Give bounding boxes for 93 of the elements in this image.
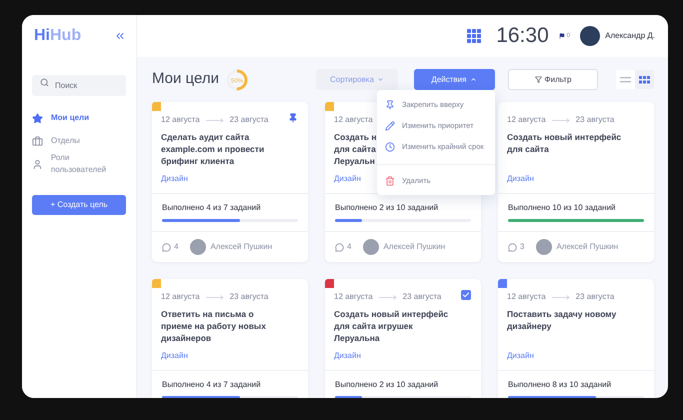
search-icon — [40, 78, 49, 87]
goal-title: для сайта игрушек — [334, 320, 413, 332]
start-date: 12 августа — [161, 114, 200, 126]
goal-title: Создать новый интерфейс — [507, 131, 622, 143]
filter-button[interactable]: Фильтр — [508, 69, 598, 90]
user-avatar[interactable] — [580, 26, 600, 46]
goal-title: дизайнеру — [507, 320, 552, 332]
goal-card[interactable]: 12 августа 23 августа Создать новый интерфейс для сайта игрушек Леруальна Дизайн Выполнено 2 из 10 заданий — [325, 279, 481, 398]
arrow-icon — [206, 118, 224, 122]
collapse-icon[interactable] — [114, 30, 126, 42]
page-title: Мои цели — [152, 69, 219, 90]
goal-title: дизайнеров — [161, 332, 212, 344]
pencil-icon — [384, 120, 395, 130]
end-date: 23 августа — [576, 114, 614, 126]
author-name: Алексей Пушкин — [556, 241, 618, 253]
create-goal-button[interactable]: + Создать цель — [32, 195, 126, 215]
list-icon — [620, 76, 631, 82]
end-date: 23 августа — [230, 291, 268, 303]
goal-title: Создать новый интерфейс — [334, 308, 448, 320]
start-date: 12 августа — [334, 114, 373, 126]
avatar — [363, 239, 380, 255]
category-link[interactable]: Дизайн — [334, 173, 361, 185]
checkbox[interactable] — [461, 290, 471, 300]
grid-view-toggle[interactable] — [635, 70, 654, 89]
author-name: Алексей Пушкин — [383, 241, 446, 253]
goal-title: Леруальна — [334, 332, 380, 344]
goal-title: для сайта — [334, 143, 376, 155]
goal-title: приеме на работу новых — [161, 320, 266, 332]
goal-title: брифинг клиента — [161, 155, 234, 167]
progress-text: Выполнено 4 из 7 заданий — [162, 379, 262, 391]
nav-item[interactable]: Мои цели — [32, 112, 126, 124]
logo: HiHub — [34, 26, 82, 46]
category-link[interactable]: Дизайн — [334, 350, 361, 362]
category-link[interactable]: Дизайн — [507, 350, 534, 362]
start-date: 12 августа — [334, 291, 373, 303]
progress-text: Выполнено 2 из 10 заданий — [335, 202, 440, 214]
category-link[interactable]: Дизайн — [161, 173, 188, 185]
progress-text: Выполнено 8 из 10 заданий — [508, 379, 612, 391]
progress-text: Выполнено 4 из 7 заданий — [162, 202, 262, 214]
goal-title: Создать н — [334, 131, 376, 143]
comment-count: 4 — [174, 241, 178, 253]
goal-card[interactable]: 12 августа 23 августа Ответить на письма о приеме на работу новых дизайнеров Дизайн Выполнено 4 из 7 заданий — [152, 279, 308, 398]
goal-card[interactable]: 12 августа 23 августа Создать новый интерфейс для сайта Дизайн Выполнено 10 из 10 заданий 3 Алексей Пушкин — [498, 102, 654, 262]
goal-title: Поставить задачу новому — [507, 308, 616, 320]
goal-card[interactable]: 12 августа 23 августа Поставить задачу новому дизайнеру Дизайн Выполнено 8 из 10 заданий — [498, 279, 654, 398]
clock-icon — [384, 142, 395, 152]
actions-button[interactable]: Действия — [414, 69, 495, 90]
pin-icon[interactable] — [288, 113, 298, 123]
nav-item[interactable]: Отделы — [32, 135, 126, 147]
end-date: 23 августа — [576, 291, 614, 303]
progress-text: Выполнено 2 из 10 заданий — [335, 379, 440, 391]
chevron-icon — [376, 76, 384, 83]
briefcase-icon — [32, 136, 43, 146]
end-date: 23 августа — [402, 291, 442, 303]
category-link[interactable]: Дизайн — [161, 350, 188, 362]
start-date: 12 августа — [507, 114, 546, 126]
goal-title: для сайта — [507, 143, 549, 155]
start-date: 12 августа — [161, 291, 200, 303]
comment-count: 3 — [520, 241, 524, 253]
filter-icon — [534, 76, 542, 83]
user-icon — [32, 158, 43, 170]
comment-icon — [162, 242, 171, 252]
clock-time: 16:30 — [496, 23, 549, 50]
flag-icon[interactable] — [558, 33, 565, 39]
avatar — [536, 239, 552, 255]
grid-icon — [639, 76, 650, 84]
trash-icon — [384, 176, 395, 186]
author-name: Алексей Пушкин — [210, 241, 272, 253]
comment-count: 4 — [347, 241, 352, 253]
arrow-icon — [552, 118, 570, 122]
goal-title: Ответить на письма о — [161, 308, 254, 320]
list-view-toggle[interactable] — [616, 70, 635, 89]
end-date: 23 августа — [230, 114, 268, 126]
arrow-icon — [378, 294, 397, 300]
sort-button[interactable]: Сортировка — [316, 69, 398, 90]
star-icon — [32, 112, 43, 124]
goal-title: example.com и провести — [161, 143, 264, 155]
start-date: 12 августа — [507, 291, 546, 303]
goal-title: Сделать аудит сайта — [161, 131, 250, 143]
category-link[interactable]: Дизайн — [507, 173, 534, 185]
comment-icon — [335, 242, 344, 252]
search-field[interactable]: Поиск — [32, 75, 126, 96]
progress-text: Выполнено 10 из 10 заданий — [508, 202, 617, 214]
chevron-icon — [470, 76, 478, 83]
arrow-icon — [552, 294, 570, 300]
goal-title: Леруальн — [334, 155, 375, 167]
arrow-icon — [206, 294, 224, 300]
avatar — [190, 239, 206, 255]
comment-icon — [508, 242, 517, 252]
goal-card[interactable]: 12 августа 23 августа Сделать аудит сайта example.com и провести брифинг клиента Дизайн Выполнено 4 из 7 заданий 4 Алексей Пушкин — [152, 102, 308, 262]
user-name[interactable]: Александр Д. — [605, 30, 655, 42]
apps-icon[interactable] — [467, 28, 482, 44]
pin-icon — [384, 100, 395, 110]
